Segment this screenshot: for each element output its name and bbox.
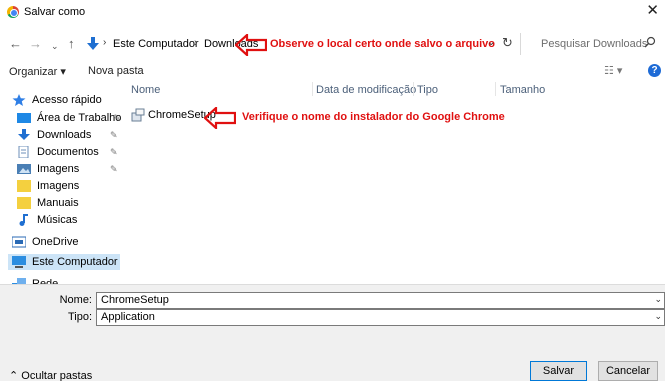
red-arrow-icon xyxy=(204,107,236,129)
sidebar-item-manuais[interactable]: Manuais xyxy=(17,195,79,211)
recent-locations-chevron-icon[interactable]: ⌄ xyxy=(51,38,59,54)
pin-icon: ✎ xyxy=(110,130,118,140)
music-icon xyxy=(19,214,28,226)
sidebar-item-label: Este Computador xyxy=(32,256,118,268)
location-annotation: Observe o local certo onde salvo o arqui… xyxy=(270,38,495,50)
refresh-icon[interactable]: ↻ xyxy=(502,35,513,51)
command-toolbar: Organizar ▾ Nova pasta ☷ ▾ ? xyxy=(0,61,665,81)
column-header-nome[interactable]: Nome xyxy=(131,84,160,96)
computer-icon xyxy=(12,256,26,268)
up-level-icon[interactable]: ↑ xyxy=(68,36,75,52)
address-separator: › xyxy=(103,37,107,48)
file-name-input[interactable]: ChromeSetup ⌄ xyxy=(96,292,665,309)
sidebar-item-label: Acesso rápido xyxy=(32,94,102,106)
red-arrow-icon xyxy=(235,34,267,56)
sidebar-item-label: Downloads xyxy=(37,129,92,141)
breadcrumb-este-computador[interactable]: Este Computador xyxy=(113,38,199,50)
column-header-tipo[interactable]: Tipo xyxy=(417,84,438,96)
sidebar-item-documentos[interactable]: Documentos xyxy=(17,144,99,160)
sidebar-item-label: Área de Trabalho xyxy=(37,112,122,124)
chevron-up-icon: ⌃ xyxy=(9,370,19,381)
search-icon[interactable] xyxy=(644,36,656,48)
sidebar-item-label: Imagens xyxy=(37,180,80,192)
downloads-folder-icon xyxy=(87,37,99,50)
column-divider xyxy=(413,82,414,96)
sidebar-item-imagens-folder[interactable]: Imagens xyxy=(17,178,79,194)
document-icon xyxy=(18,146,29,158)
type-dropdown-icon[interactable]: ⌄ xyxy=(654,311,662,322)
sidebar-item-este-computador[interactable]: Este Computador xyxy=(8,254,120,270)
address-dropdown-icon[interactable]: ⌄ xyxy=(487,37,495,48)
sidebar-item-acesso-rapido[interactable]: Acesso rápido xyxy=(12,92,102,108)
sidebar-item-label: Músicas xyxy=(37,214,78,226)
pictures-icon xyxy=(17,164,31,174)
view-options-button[interactable]: ☷ ▾ xyxy=(604,64,622,77)
folder-icon xyxy=(17,197,31,209)
column-header-data-de-modificacao[interactable]: Data de modificação xyxy=(316,84,416,96)
pin-icon: ✎ xyxy=(110,164,118,174)
name-dropdown-icon[interactable]: ⌄ xyxy=(654,294,662,305)
file-annotation: Verifique o nome do instalador do Google… xyxy=(242,111,505,123)
save-button[interactable]: Salvar xyxy=(530,361,587,381)
folder-icon xyxy=(17,180,31,192)
sidebar-item-area-de-trabalho[interactable]: Área de Trabalho xyxy=(17,110,121,126)
window-title: Salvar como xyxy=(24,6,86,18)
sidebar-item-label: OneDrive xyxy=(32,236,79,248)
search-box[interactable]: Pesquisar Downloads xyxy=(520,33,660,55)
sidebar-item-imagens[interactable]: Imagens xyxy=(17,161,79,177)
type-label: Tipo: xyxy=(67,311,92,323)
save-options-panel: Nome: ChromeSetup ⌄ Tipo: Application ⌄ … xyxy=(0,284,665,381)
chrome-icon xyxy=(7,6,19,18)
installer-icon xyxy=(131,108,145,122)
name-label: Nome: xyxy=(59,294,92,306)
column-divider xyxy=(312,82,313,96)
title-bar: Salvar como ✕ xyxy=(0,0,665,24)
file-name-value: ChromeSetup xyxy=(101,294,169,306)
pin-icon: ✎ xyxy=(110,147,118,157)
search-placeholder: Pesquisar Downloads xyxy=(541,38,648,50)
hide-folders-label: Ocultar pastas xyxy=(21,370,93,381)
file-type-value: Application xyxy=(101,311,155,323)
download-icon xyxy=(18,129,30,140)
star-icon xyxy=(12,94,26,106)
new-folder-button[interactable]: Nova pasta xyxy=(88,65,144,77)
breadcrumb-separator: › xyxy=(194,37,198,49)
column-header-tamanho[interactable]: Tamanho xyxy=(500,84,545,96)
forward-arrow-icon[interactable]: → xyxy=(29,36,42,52)
back-arrow-icon[interactable]: ← xyxy=(9,36,22,52)
sidebar-item-label: Imagens xyxy=(37,163,80,175)
desktop-icon xyxy=(17,113,31,123)
help-icon[interactable]: ? xyxy=(648,64,661,77)
address-row: ← → ⌄ ↑ › Este Computador › Downloads Ob… xyxy=(0,33,665,57)
sidebar-item-musicas[interactable]: Músicas xyxy=(17,212,77,228)
navigation-pane: Acesso rápido Área de Trabalho ✎ Downloa… xyxy=(0,82,125,290)
sidebar-item-label: Manuais xyxy=(37,197,79,209)
file-type-select[interactable]: Application ⌄ xyxy=(96,309,665,326)
pin-icon: ✎ xyxy=(113,113,121,123)
onedrive-icon xyxy=(12,236,26,248)
organize-button[interactable]: Organizar ▾ xyxy=(9,65,66,78)
sidebar-item-label: Documentos xyxy=(37,146,99,158)
sidebar-item-downloads[interactable]: Downloads xyxy=(17,127,91,143)
close-button[interactable]: ✕ xyxy=(646,3,659,19)
sidebar-item-onedrive[interactable]: OneDrive xyxy=(12,234,78,250)
cancel-button[interactable]: Cancelar xyxy=(598,361,658,381)
hide-folders-toggle[interactable]: ⌃ Ocultar pastas xyxy=(9,369,92,381)
column-divider xyxy=(495,82,496,96)
